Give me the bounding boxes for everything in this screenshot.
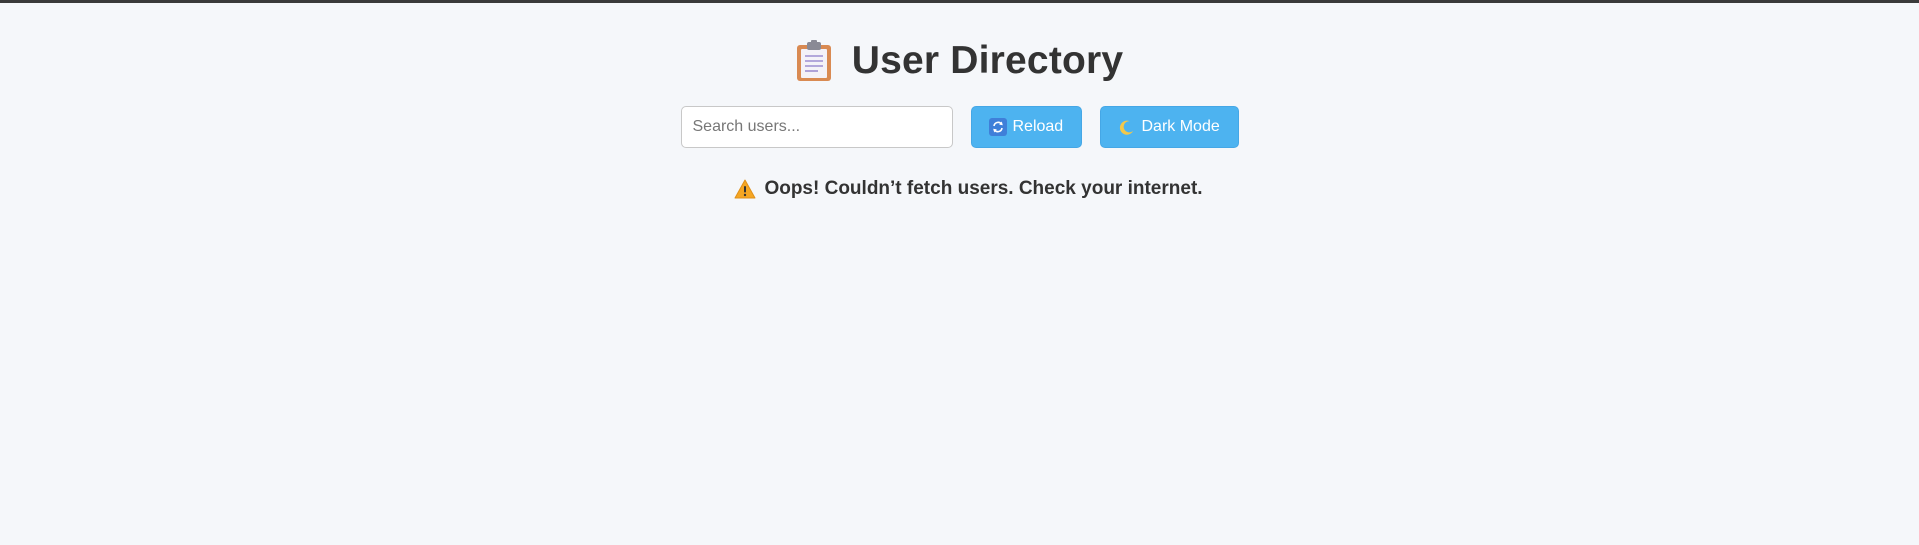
error-text: Oops! Couldn’t fetch users. Check your i… [764,178,1203,199]
reload-icon [988,118,1007,136]
clipboard-icon [796,40,832,82]
error-message: Oops! Couldn’t fetch users. Check your i… [734,178,1203,200]
reload-button[interactable]: Reload [970,106,1082,148]
toolbar: Reload Dark Mode [680,106,1239,148]
warning-icon [734,179,756,199]
moon-icon [1118,118,1136,136]
page: User Directory Reload Dark Mode [0,3,1919,200]
page-title: User Directory [851,39,1124,82]
search-input[interactable] [680,106,953,148]
header: User Directory [796,36,1124,86]
dark-mode-button[interactable]: Dark Mode [1099,106,1239,148]
dark-mode-button-label: Dark Mode [1141,118,1220,135]
reload-button-label: Reload [1012,118,1064,135]
